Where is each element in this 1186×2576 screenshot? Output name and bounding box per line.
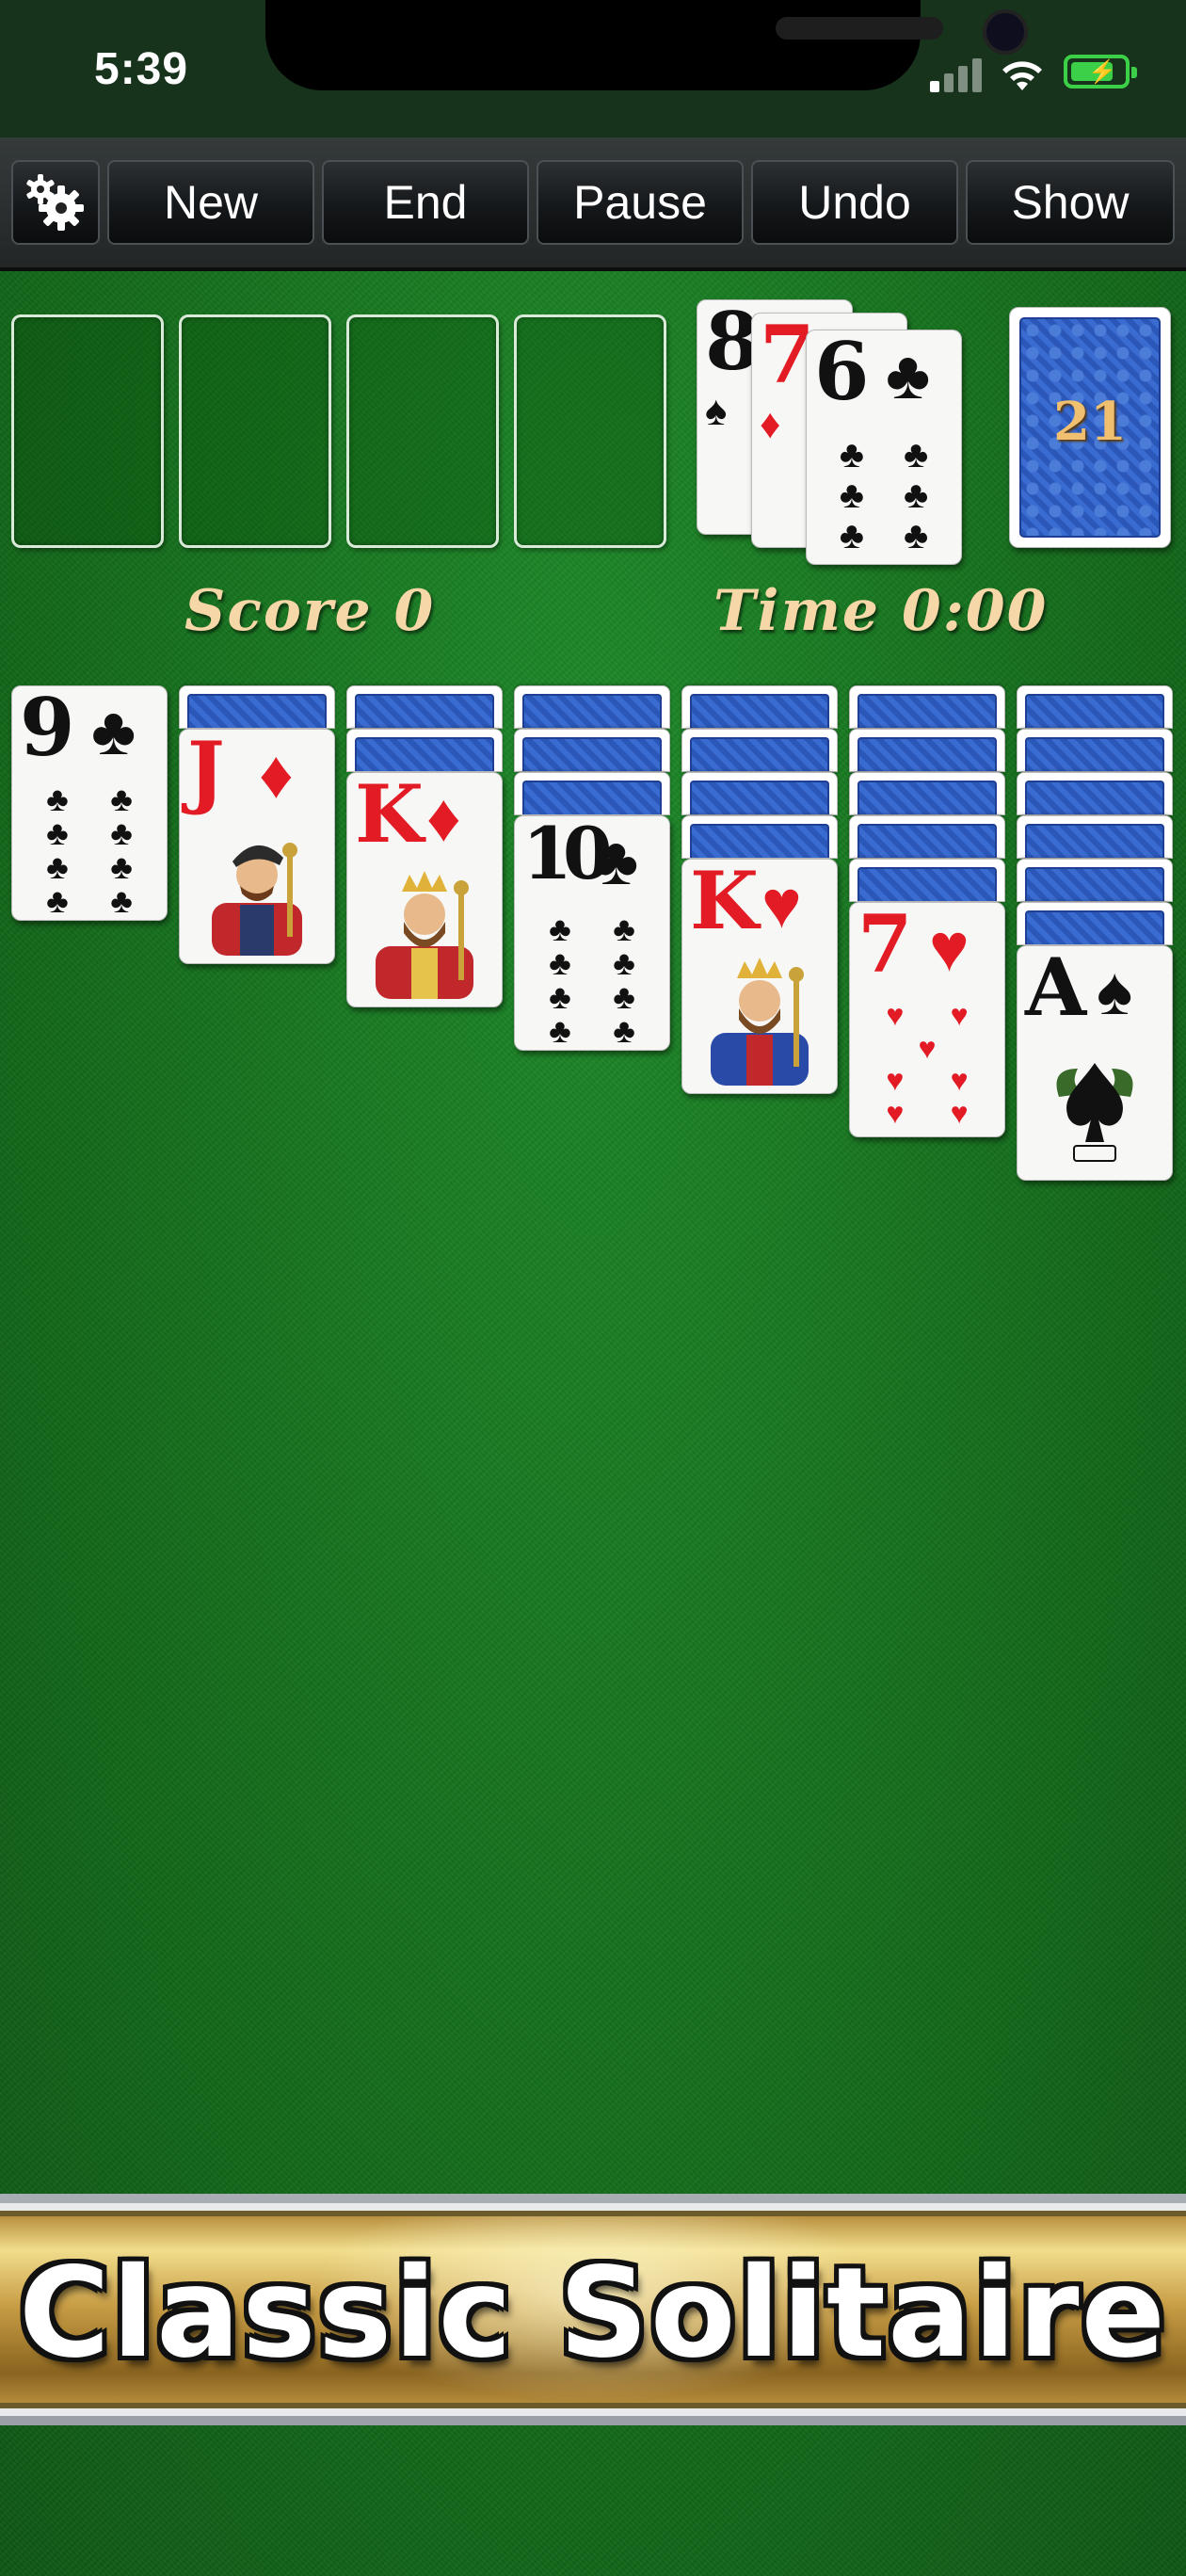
card-pips: ♣♣♣♣♣♣♣♣♣♣	[549, 910, 635, 1051]
card-rank: K	[690, 859, 759, 947]
notch	[265, 0, 1028, 90]
card-rank: A	[1025, 945, 1086, 1034]
jack-portrait	[212, 843, 302, 956]
time-label: Time 0:00	[713, 578, 1049, 644]
tableau-5-face-down	[681, 815, 838, 859]
tableau-7-face-down	[1017, 685, 1173, 729]
tableau-6-face-down	[849, 815, 1005, 859]
signal-icon	[930, 58, 983, 92]
tableau-6-face-down	[849, 772, 1005, 815]
tableau-2-face-down	[179, 685, 335, 729]
pause-button[interactable]: Pause	[537, 160, 744, 245]
front-camera	[983, 9, 1028, 55]
card-rank: 8	[705, 299, 761, 388]
stock-count: 21	[1053, 391, 1127, 453]
tableau-6-face-down	[849, 685, 1005, 729]
card-suit: ♦	[259, 737, 294, 813]
battery-icon: ⚡	[1064, 55, 1137, 89]
tableau-7-top-card[interactable]: A ♠	[1017, 945, 1173, 1181]
tableau-3-face-down	[346, 685, 503, 729]
tableau-7-face-down	[1017, 859, 1173, 902]
tableau-6-face-down	[849, 729, 1005, 772]
ace-of-spades-emblem	[1056, 1063, 1133, 1162]
tableau-3-face-down	[346, 729, 503, 772]
tableau-4-top-card[interactable]: 10 ♣ ♣♣♣♣♣♣♣♣♣♣	[514, 815, 670, 1051]
tableau-6-top-card[interactable]: 7 ♥ ♥ ♥ ♥ ♥ ♥ ♥ ♥	[849, 902, 1005, 1137]
wifi-icon	[1002, 61, 1042, 90]
score-label: Score 0	[184, 578, 436, 644]
card-suit: ♣	[886, 338, 931, 413]
tableau-5-face-down	[681, 729, 838, 772]
king-portrait	[376, 871, 473, 999]
tableau-5-face-down	[681, 772, 838, 815]
settings-button[interactable]	[11, 160, 100, 245]
card-suit: ♠	[1097, 954, 1133, 1029]
card-rank: J	[187, 729, 225, 817]
tableau-4-face-down	[514, 729, 670, 772]
tableau-7-face-down	[1017, 902, 1173, 945]
tableau-7-face-down	[1017, 729, 1173, 772]
tableau-6-face-down	[849, 859, 1005, 902]
tableau-5-face-down	[681, 685, 838, 729]
tableau-4-face-down	[514, 685, 670, 729]
foundation-slot-4[interactable]	[514, 314, 666, 548]
card-suit: ♥	[761, 867, 802, 942]
tableau-1-top-card[interactable]: 9 ♣ ♣ ♣ ♣ ♣ ♣ ♣ ♣ ♣	[11, 685, 168, 921]
card-rank: 6	[814, 330, 870, 418]
tableau-3-top-card[interactable]: K ♦	[346, 772, 503, 1007]
stock-pile[interactable]: 21	[1009, 307, 1171, 548]
card-suit: ♠	[705, 388, 728, 434]
king-portrait	[711, 958, 809, 1086]
speaker	[776, 17, 943, 40]
foundation-slot-1[interactable]	[11, 314, 164, 548]
clock: 5:39	[94, 44, 189, 94]
status-bar: 5:39 ⚡	[0, 0, 1186, 137]
foundation-slot-3[interactable]	[346, 314, 499, 548]
card-suit: ♦	[760, 401, 781, 447]
card-suit: ♥	[929, 910, 970, 986]
tableau-2-top-card[interactable]: J ♦	[179, 729, 335, 964]
tableau-7-face-down	[1017, 772, 1173, 815]
card-suit: ♣	[594, 824, 639, 899]
card-rank: 7	[857, 902, 913, 990]
tableau-7-face-down	[1017, 815, 1173, 859]
promo-banner: Classic Solitaire	[0, 2194, 1186, 2425]
card-suit: ♣	[91, 694, 136, 769]
show-button[interactable]: Show	[966, 160, 1175, 245]
toolbar: New End Pause Undo Show	[0, 137, 1186, 271]
undo-button[interactable]: Undo	[751, 160, 958, 245]
new-button[interactable]: New	[107, 160, 314, 245]
card-rank: K	[355, 772, 424, 861]
card-rank: 9	[20, 685, 75, 774]
card-rank: 7	[760, 313, 815, 401]
waste-top-card[interactable]: 6 ♣ ♣ ♣ ♣ ♣ ♣ ♣	[806, 330, 962, 565]
gear-icon	[26, 174, 84, 231]
tableau-4-face-down	[514, 772, 670, 815]
card-rank: 10	[522, 815, 613, 895]
card-pips: ♣ ♣ ♣ ♣ ♣ ♣	[839, 433, 929, 557]
banner-title: Classic Solitaire	[18, 2241, 1168, 2386]
foundation-slot-2[interactable]	[179, 314, 331, 548]
card-pips: ♥ ♥ ♥ ♥ ♥ ♥ ♥	[886, 998, 969, 1130]
card-pips: ♣ ♣ ♣ ♣ ♣ ♣ ♣ ♣	[46, 780, 133, 920]
card-suit: ♦	[426, 781, 461, 856]
end-button[interactable]: End	[322, 160, 529, 245]
tableau-5-top-card[interactable]: K ♥	[681, 859, 838, 1094]
